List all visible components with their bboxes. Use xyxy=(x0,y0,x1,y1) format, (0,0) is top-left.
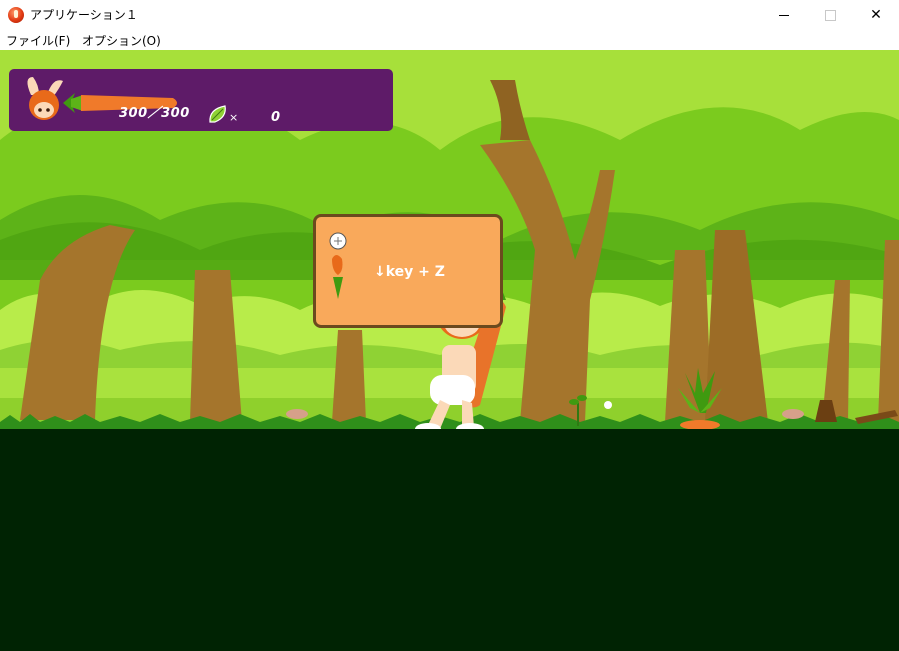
ground-floor xyxy=(0,429,899,651)
close-icon: ✕ xyxy=(870,7,882,23)
item-multiplier: × xyxy=(229,111,239,124)
sprout xyxy=(569,395,612,426)
menu-bar: ファイル(F) オプション(O) xyxy=(0,30,899,50)
leaf-hint-icon xyxy=(329,232,347,299)
tutorial-instruction: ↓key + Z xyxy=(374,264,445,280)
menu-option[interactable]: オプション(O) xyxy=(82,32,161,49)
health-value: 300／300 xyxy=(119,106,190,121)
carrot-plant[interactable] xyxy=(670,363,730,433)
tutorial-sign: ↓key + Z xyxy=(313,214,503,328)
window-title: アプリケーション１ xyxy=(30,8,138,22)
leaf-item-icon xyxy=(209,105,226,123)
window-titlebar[interactable]: アプリケーション１ ✕ xyxy=(0,0,899,30)
item-count: 0 xyxy=(271,110,281,125)
close-button[interactable]: ✕ xyxy=(853,0,899,30)
menu-file[interactable]: ファイル(F) xyxy=(6,32,70,49)
game-viewport[interactable]: 300／300 × 0 ↓key + Z xyxy=(0,50,899,651)
status-hud: 300／300 × 0 xyxy=(9,69,393,131)
minimize-button[interactable] xyxy=(761,0,807,30)
maximize-button[interactable] xyxy=(807,0,853,30)
app-icon xyxy=(8,7,24,23)
